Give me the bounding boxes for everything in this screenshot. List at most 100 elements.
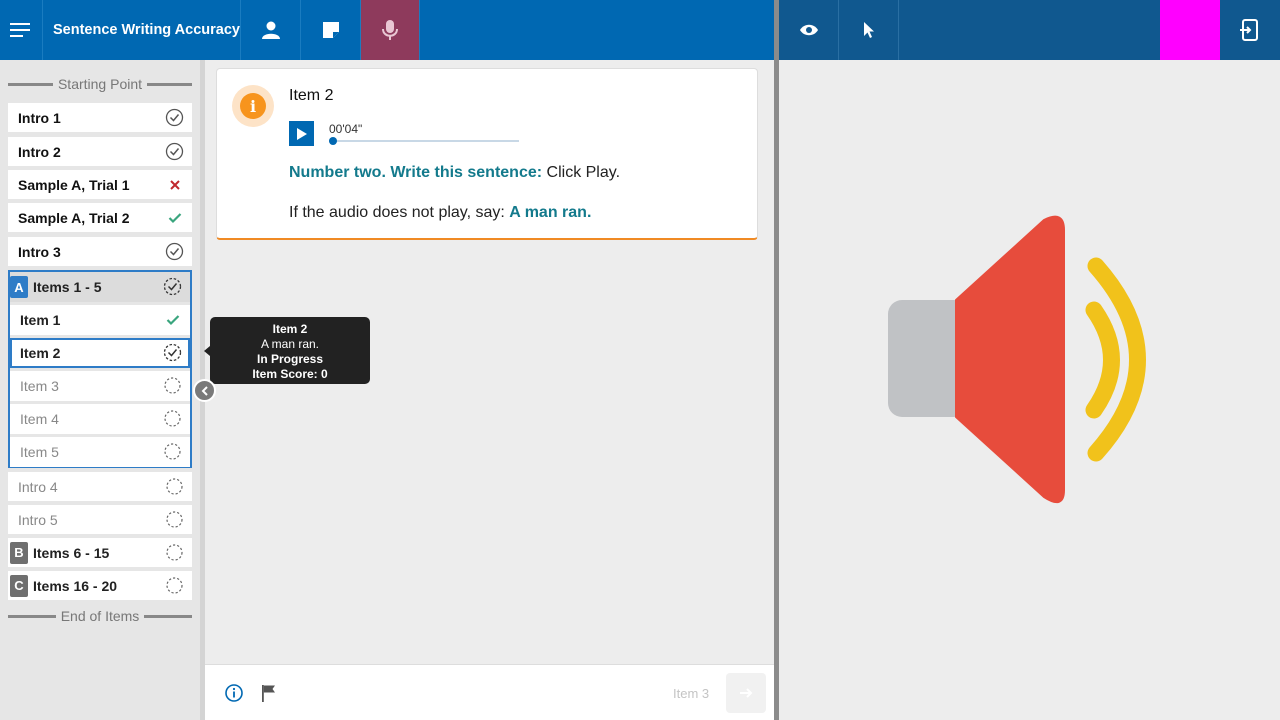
nav-item-label: Intro 5 xyxy=(18,511,58,528)
microphone-icon xyxy=(382,20,398,40)
nav-item-intro-5[interactable]: Intro 5 xyxy=(8,505,192,534)
nav-item-label: Item 4 xyxy=(20,411,59,427)
nav-item-label: Sample A, Trial 1 xyxy=(18,176,130,193)
fallback-prefix: If the audio does not play, say: xyxy=(289,204,510,221)
examinee-button[interactable] xyxy=(240,0,300,60)
item-title: Item 2 xyxy=(289,87,334,104)
bottom-bar: Item 3 xyxy=(205,664,774,720)
check-circle-icon xyxy=(165,142,184,161)
correct-check-icon xyxy=(165,208,184,227)
pending-circle-icon xyxy=(163,409,182,428)
starting-point-separator: Starting Point xyxy=(8,76,192,92)
nav-item-label: Item 3 xyxy=(20,378,59,394)
check-circle-icon xyxy=(165,108,184,127)
tooltip-answer: A man ran. xyxy=(260,337,320,351)
nav-item-intro-3[interactable]: Intro 3 xyxy=(8,237,192,266)
eye-icon xyxy=(799,24,818,36)
check-circle-icon xyxy=(165,242,184,261)
pending-circle-icon xyxy=(165,477,184,496)
play-icon xyxy=(296,127,307,140)
nav-item-sample-a-trial-2[interactable]: Sample A, Trial 2 xyxy=(8,203,192,232)
nav-item-label: Item 5 xyxy=(20,444,59,460)
nav-item-item-3[interactable]: Item 3 xyxy=(10,371,190,401)
next-item-label: Item 3 xyxy=(673,686,710,701)
group-badge: B xyxy=(10,541,28,564)
nav-item-item-2[interactable]: Item 2 xyxy=(10,338,190,368)
nav-item-intro-1[interactable]: Intro 1 xyxy=(8,103,192,132)
group-label: Items 1 - 5 xyxy=(33,279,102,295)
fallback-sentence: A man ran. xyxy=(509,204,592,221)
nav-item-label: Intro 1 xyxy=(18,109,61,126)
pointer-icon xyxy=(863,22,874,38)
starting-point-label: Starting Point xyxy=(57,76,143,92)
nav-item-intro-2[interactable]: Intro 2 xyxy=(8,137,192,166)
flag-button[interactable] xyxy=(258,682,280,704)
audio-track[interactable] xyxy=(329,140,519,142)
nav-item-item-1[interactable]: Item 1 xyxy=(10,305,190,335)
end-of-items-separator: End of Items xyxy=(8,608,192,624)
pending-circle-icon xyxy=(165,543,184,562)
info-outline-icon xyxy=(225,684,243,702)
item-card: i Item 2 00'04" Number two. Write this s… xyxy=(216,68,758,240)
group-header-c[interactable]: C Items 16 - 20 xyxy=(8,571,192,600)
app-title: Sentence Writing Accuracy xyxy=(42,0,240,60)
group-label: Items 16 - 20 xyxy=(33,577,118,594)
end-of-items-label: End of Items xyxy=(60,608,140,624)
fallback-instruction: If the audio does not play, say: A man r… xyxy=(289,204,591,222)
in-progress-icon xyxy=(163,277,182,299)
nav-item-label: Intro 3 xyxy=(18,243,61,260)
nav-item-label: Item 2 xyxy=(20,345,61,361)
nav-item-label: Intro 4 xyxy=(18,478,58,495)
pointer-button[interactable] xyxy=(839,0,899,60)
info-button[interactable] xyxy=(223,682,245,704)
info-icon: i xyxy=(240,93,266,119)
highlight-marker xyxy=(1160,0,1220,60)
item-instruction: Number two. Write this sentence: Click P… xyxy=(289,164,620,182)
instruction-action: Click Play. xyxy=(542,164,621,181)
menu-icon xyxy=(10,23,30,37)
instruction-prompt: Number two. Write this sentence: xyxy=(289,164,543,181)
nav-item-label: Item 1 xyxy=(20,312,61,328)
pending-circle-icon xyxy=(163,442,182,461)
notes-button[interactable] xyxy=(300,0,360,60)
flag-icon xyxy=(262,685,275,702)
item-tooltip: Item 2 A man ran. In Progress Item Score… xyxy=(204,317,370,384)
incorrect-x-icon xyxy=(165,175,184,194)
nav-item-intro-4[interactable]: Intro 4 xyxy=(8,472,192,501)
nav-item-sample-a-trial-1[interactable]: Sample A, Trial 1 xyxy=(8,170,192,199)
correct-check-icon xyxy=(163,310,182,329)
top-toolbar: Sentence Writing Accuracy xyxy=(0,0,774,60)
preview-button[interactable] xyxy=(779,0,839,60)
group-badge: C xyxy=(10,574,28,597)
record-button[interactable] xyxy=(360,0,420,60)
group-header-a[interactable]: A Items 1 - 5 xyxy=(10,272,190,302)
menu-button[interactable] xyxy=(0,0,42,60)
audio-scrubber[interactable] xyxy=(329,137,337,145)
audio-duration: 00'04" xyxy=(329,122,363,136)
examinee-view xyxy=(779,60,1280,720)
exit-screen-icon xyxy=(1240,19,1258,41)
group-header-b[interactable]: B Items 6 - 15 xyxy=(8,538,192,567)
nav-item-item-5[interactable]: Item 5 xyxy=(10,437,190,467)
play-button[interactable] xyxy=(289,121,314,146)
group-badge: A xyxy=(10,276,28,298)
pending-circle-icon xyxy=(163,376,182,395)
tooltip-status: In Progress xyxy=(256,352,324,366)
tooltip-score: Item Score: 0 xyxy=(252,367,328,381)
nav-item-label: Sample A, Trial 2 xyxy=(18,209,130,226)
person-icon xyxy=(261,21,280,39)
chevron-left-icon xyxy=(201,385,208,396)
exit-screen-button[interactable] xyxy=(1220,0,1280,60)
in-progress-icon xyxy=(163,343,182,362)
next-item-button[interactable] xyxy=(726,673,766,713)
arrow-right-icon xyxy=(740,688,753,698)
tooltip-title: Item 2 xyxy=(272,322,308,336)
group-label: Items 6 - 15 xyxy=(33,544,110,561)
nav-item-item-4[interactable]: Item 4 xyxy=(10,404,190,434)
pending-circle-icon xyxy=(165,510,184,529)
collapse-sidebar-button[interactable] xyxy=(193,379,216,402)
pending-circle-icon xyxy=(165,576,184,595)
info-badge: i xyxy=(232,85,274,127)
speaker-audio-icon xyxy=(888,215,1146,504)
note-icon xyxy=(322,22,339,38)
